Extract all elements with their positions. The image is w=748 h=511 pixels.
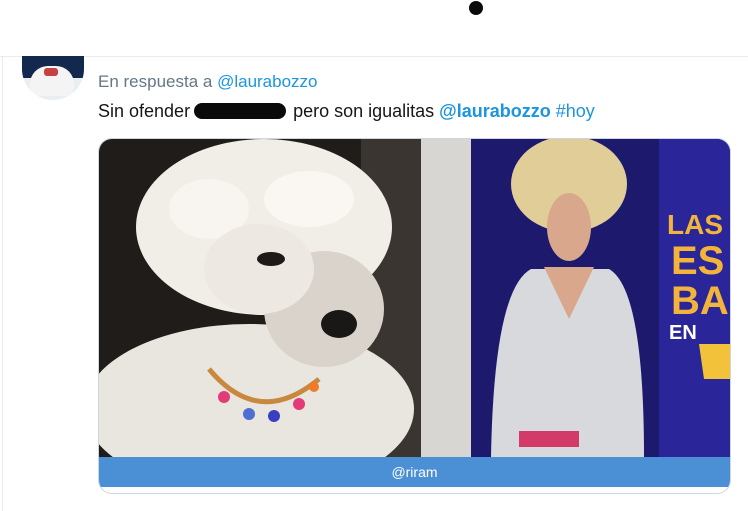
tv-sign-text: EN xyxy=(669,322,697,344)
tv-sign-text: ES xyxy=(671,239,724,283)
tv-sign-shape xyxy=(699,344,730,379)
reply-context: En respuesta a @laurabozzo xyxy=(98,72,318,92)
woman-belt xyxy=(519,431,579,447)
redacted-word xyxy=(194,103,287,119)
media-card[interactable]: LAS ES BA EN @riram xyxy=(98,138,731,494)
reply-handle-link[interactable]: @laurabozzo xyxy=(217,72,317,91)
hashtag-link[interactable]: #hoy xyxy=(556,101,595,121)
image-divider xyxy=(421,139,471,457)
poodle-fur-highlight xyxy=(264,171,354,227)
media-credit: @riram xyxy=(99,457,730,487)
mention-link[interactable]: @laurabozzo xyxy=(439,101,551,121)
poodle-nose xyxy=(321,310,357,338)
poodle-eye xyxy=(257,252,285,266)
tweet-text: Sin ofender pero son igualitas @lauraboz… xyxy=(98,101,595,122)
necklace-gem xyxy=(293,398,305,410)
thread-left-border xyxy=(2,57,3,511)
necklace-gem xyxy=(268,410,280,422)
thread-divider xyxy=(0,56,748,57)
poodle-ear xyxy=(204,224,314,314)
tv-sign-text: LAS xyxy=(667,209,723,240)
tweet-text-before: Sin ofender xyxy=(98,101,191,121)
tv-sign-text: BA xyxy=(671,279,729,323)
necklace-gem xyxy=(218,391,230,403)
cursor-dot xyxy=(469,1,483,15)
necklace-gem xyxy=(309,382,319,392)
avatar-detail xyxy=(44,68,58,76)
reply-prefix: En respuesta a xyxy=(98,72,218,91)
avatar[interactable] xyxy=(22,56,84,100)
necklace-gem xyxy=(243,408,255,420)
woman-face xyxy=(547,193,591,261)
tweet-text-after: pero son igualitas xyxy=(288,101,440,121)
media-image: LAS ES BA EN xyxy=(99,139,730,457)
